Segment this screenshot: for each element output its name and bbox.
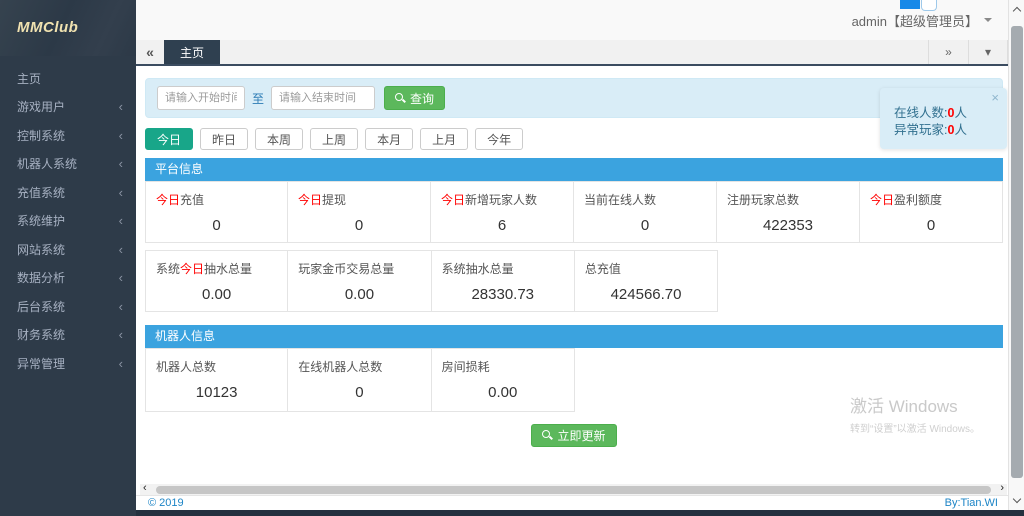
scroll-left-icon[interactable]: ‹	[143, 483, 147, 494]
user-name: admin【超级管理员】	[852, 11, 978, 30]
sidebar-item-finance-system[interactable]: 财务系统‹	[0, 321, 136, 350]
app-logo: MMClub	[17, 19, 136, 36]
vertical-scrollbar[interactable]	[1008, 0, 1024, 510]
sidebar-item-home[interactable]: 主页	[0, 64, 136, 93]
vertical-scrollbar-thumb[interactable]	[1011, 26, 1023, 478]
stat-current-online: 当前在线人数 0	[574, 181, 717, 243]
main-area: admin【超级管理员】 « 主页 » ▾ 至 查询	[136, 0, 1008, 510]
user-menu[interactable]: admin【超级管理员】	[852, 0, 992, 40]
chevron-left-icon: ‹	[119, 328, 123, 341]
caret-down-icon	[984, 18, 992, 22]
stat-total-recharge: 总充值 424566.70	[575, 250, 718, 312]
sidebar-menu: 主页 游戏用户‹ 控制系统‹ 机器人系统‹ 充值系统‹ 系统维护‹ 网站系统‹ …	[0, 56, 136, 378]
sidebar-item-robot-system[interactable]: 机器人系统‹	[0, 150, 136, 179]
online-count-line: 在线人数:0人	[894, 105, 1007, 122]
filter-this-year[interactable]: 今年	[475, 128, 523, 150]
tab-home[interactable]: 主页	[164, 40, 220, 64]
sidebar-item-exception-management[interactable]: 异常管理‹	[0, 349, 136, 378]
platform-panel: 平台信息 今日充值 0 今日提现 0 今日新增玩家人数 6	[145, 158, 1003, 312]
platform-stats-row1: 今日充值 0 今日提现 0 今日新增玩家人数 6 当前在线人数 0	[145, 181, 1003, 243]
chevron-left-icon: ‹	[119, 271, 123, 284]
sidebar-item-control-system[interactable]: 控制系统‹	[0, 121, 136, 150]
filter-today[interactable]: 今日	[145, 128, 193, 150]
chevron-left-icon: ‹	[119, 214, 123, 227]
stat-today-new-players: 今日新增玩家人数 6	[431, 181, 574, 243]
stat-room-consumption: 房间损耗 0.00	[432, 348, 575, 412]
tabs-collapse-button[interactable]: «	[136, 40, 164, 64]
date-filter-panel: 至 查询	[145, 78, 1003, 118]
chevron-left-icon: ‹	[119, 357, 123, 370]
scroll-right-icon[interactable]: ›	[1000, 483, 1004, 494]
stat-today-profit: 今日盈利额度 0	[860, 181, 1003, 243]
stat-robot-total: 机器人总数 10123	[145, 348, 288, 412]
horizontal-scrollbar[interactable]: ‹ ›	[140, 484, 1007, 495]
chevron-left-icon: ‹	[119, 100, 123, 113]
sidebar-item-system-maintenance[interactable]: 系统维护‹	[0, 207, 136, 236]
stat-today-withdraw: 今日提现 0	[288, 181, 431, 243]
chevron-left-icon: ‹	[119, 157, 123, 170]
query-button[interactable]: 查询	[384, 86, 445, 110]
platform-panel-title: 平台信息	[145, 158, 1003, 181]
topbar: admin【超级管理员】	[136, 0, 1008, 40]
stat-player-coin-trades: 玩家金币交易总量 0.00	[288, 250, 431, 312]
abnormal-players-line: 异常玩家:0人	[894, 122, 1007, 139]
robot-panel-title: 机器人信息	[145, 325, 1003, 348]
filter-this-month[interactable]: 本月	[365, 128, 413, 150]
horizontal-scrollbar-thumb[interactable]	[156, 486, 991, 494]
stat-robot-online: 在线机器人总数 0	[288, 348, 431, 412]
filter-last-month[interactable]: 上月	[420, 128, 468, 150]
to-label: 至	[252, 90, 264, 107]
bottom-strip	[136, 510, 1024, 516]
windows-activation-watermark: 激活 Windows 转到“设置”以激活 Windows。	[850, 392, 980, 435]
app-window: MMClub 主页 游戏用户‹ 控制系统‹ 机器人系统‹ 充值系统‹ 系统维护‹…	[0, 0, 1024, 516]
chevron-left-icon: ‹	[119, 129, 123, 142]
tab-bar: « 主页 » ▾	[136, 40, 1008, 66]
footer: © 2019 By:Tian.WI	[136, 495, 1008, 510]
platform-stats-row2: 系统今日抽水总量 0.00 玩家金币交易总量 0.00 系统抽水总量 28330…	[145, 250, 1003, 312]
tab-controls: » ▾	[928, 40, 1008, 64]
sidebar-item-data-analysis[interactable]: 数据分析‹	[0, 264, 136, 293]
logo-area: MMClub	[0, 0, 136, 56]
search-icon	[542, 430, 553, 441]
filter-this-week[interactable]: 本周	[255, 128, 303, 150]
update-now-button[interactable]: 立即更新	[531, 424, 616, 447]
sidebar-item-backend-system[interactable]: 后台系统‹	[0, 292, 136, 321]
chevron-left-icon: ‹	[119, 300, 123, 313]
stat-system-total-rake: 系统抽水总量 28330.73	[432, 250, 575, 312]
search-icon	[395, 93, 406, 104]
scroll-down-icon[interactable]	[1012, 495, 1020, 503]
end-time-input[interactable]	[271, 86, 375, 110]
sidebar: MMClub 主页 游戏用户‹ 控制系统‹ 机器人系统‹ 充值系统‹ 系统维护‹…	[0, 0, 136, 516]
author-text: By:Tian.WI	[945, 497, 998, 509]
tabs-expand-button[interactable]: »	[928, 40, 968, 64]
stat-system-today-rake: 系统今日抽水总量 0.00	[145, 250, 288, 312]
scroll-up-icon[interactable]	[1012, 7, 1020, 15]
sidebar-item-game-users[interactable]: 游戏用户‹	[0, 93, 136, 122]
double-left-arrow-icon: «	[146, 44, 154, 60]
stat-today-recharge: 今日充值 0	[145, 181, 288, 243]
filter-last-week[interactable]: 上周	[310, 128, 358, 150]
close-icon[interactable]: ×	[991, 91, 999, 104]
chevron-left-icon: ‹	[119, 186, 123, 199]
caret-down-icon: ▾	[985, 45, 991, 59]
stat-registered-players: 注册玩家总数 422353	[717, 181, 860, 243]
chevron-left-icon: ‹	[119, 243, 123, 256]
sidebar-item-website-system[interactable]: 网站系统‹	[0, 235, 136, 264]
copyright-text: © 2019	[148, 497, 184, 509]
double-right-arrow-icon: »	[945, 45, 952, 59]
start-time-input[interactable]	[157, 86, 245, 110]
online-notice-popup: × 在线人数:0人 异常玩家:0人	[880, 88, 1007, 149]
tabs-menu-button[interactable]: ▾	[968, 40, 1008, 64]
filter-yesterday[interactable]: 昨日	[200, 128, 248, 150]
sidebar-item-recharge-system[interactable]: 充值系统‹	[0, 178, 136, 207]
time-range-filters: 今日 昨日 本周 上周 本月 上月 今年	[145, 128, 1003, 150]
